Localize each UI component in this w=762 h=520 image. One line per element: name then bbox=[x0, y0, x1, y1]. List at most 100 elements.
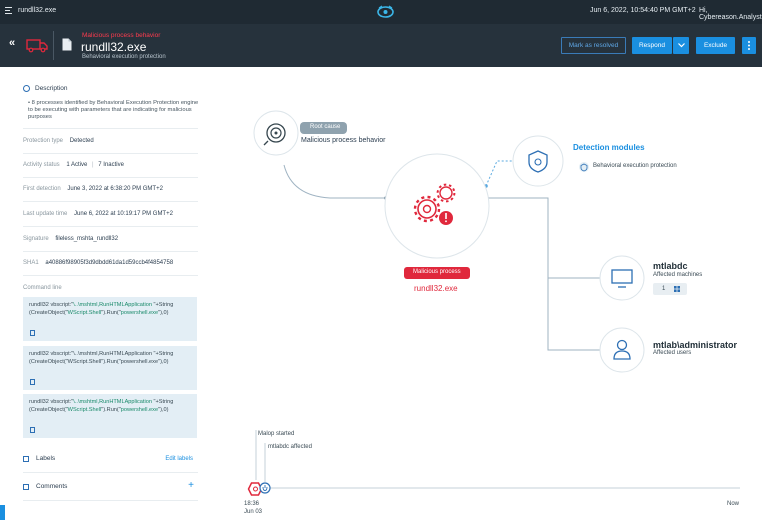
cmd-text: ").Run(" bbox=[101, 407, 121, 413]
protection-type-value: Detected bbox=[69, 138, 94, 144]
malop-subtitle: Behavioral execution protection bbox=[82, 54, 166, 60]
malop-name: rundll32.exe bbox=[81, 40, 147, 54]
copy-icon[interactable] bbox=[30, 330, 35, 336]
user-greeting[interactable]: Hi, Cybereason.Analyst bbox=[699, 7, 762, 21]
timeline bbox=[247, 430, 740, 496]
cmd-text: "),0) bbox=[158, 310, 169, 316]
cmd-highlight: WScript.Shell bbox=[67, 407, 102, 413]
last-update-label: Last update time bbox=[23, 211, 68, 217]
bookmark-icon bbox=[23, 455, 29, 462]
command-line-box: rundll32 vbscript:"\..\mshtml,RunHTMLApp… bbox=[23, 346, 197, 390]
command-line-box: rundll32 vbscript:"\..\mshtml,RunHTMLApp… bbox=[23, 394, 197, 438]
detection-chip bbox=[579, 162, 589, 172]
machine-count: 1 bbox=[662, 286, 666, 292]
labels-title: Labels bbox=[36, 455, 56, 462]
mark-resolved-button[interactable]: Mark as resolved bbox=[561, 37, 626, 54]
process-tag: Malicious process bbox=[413, 269, 461, 275]
root-cause-tag: Root cause bbox=[310, 124, 341, 130]
process-name[interactable]: rundll32.exe bbox=[414, 284, 458, 293]
divider bbox=[23, 251, 198, 252]
labels-section: Labels Edit labels bbox=[23, 455, 198, 462]
timeline-start-date: Jun 03 bbox=[244, 509, 263, 515]
connector-user bbox=[547, 278, 600, 351]
sha1-label: SHA1 bbox=[23, 260, 39, 266]
kebab-icon bbox=[748, 41, 750, 50]
cmd-text: "+String bbox=[153, 399, 174, 405]
user-name[interactable]: mtlab\administrator bbox=[653, 340, 737, 350]
cmd-text: "+String bbox=[153, 302, 174, 308]
user-node[interactable] bbox=[599, 327, 645, 373]
cmd-text: (CreateObject(" bbox=[29, 359, 68, 365]
process-node[interactable] bbox=[384, 153, 490, 279]
cmd-text: (CreateObject(" bbox=[29, 407, 68, 413]
description-heading: Description bbox=[23, 85, 68, 92]
collapse-icon[interactable]: « bbox=[9, 37, 15, 49]
cmd-highlight: powershell.exe bbox=[120, 407, 159, 413]
timeline-event-label: Malop started bbox=[258, 431, 295, 437]
menu-icon[interactable] bbox=[5, 7, 12, 15]
more-options-button[interactable] bbox=[742, 37, 756, 54]
malop-type-tag: Malicious process behavior bbox=[82, 32, 161, 39]
details-panel bbox=[0, 67, 210, 520]
root-cause-label: Malicious process behavior bbox=[301, 137, 386, 144]
cmd-text: WScript.Shell bbox=[67, 359, 102, 365]
active-count[interactable]: 1 Active bbox=[66, 162, 87, 168]
connector-detection bbox=[485, 160, 512, 187]
sha1-row: SHA1 a40886f98905f3d9dbdd61da1d59ccb4f48… bbox=[23, 260, 198, 266]
cmd-text: \..\mshtml,RunHTMLApplication bbox=[73, 351, 154, 357]
cmd-text: rundll32 vbscript:" bbox=[29, 399, 74, 405]
divider bbox=[23, 472, 198, 473]
header-divider bbox=[53, 31, 54, 60]
add-comment-button[interactable]: + bbox=[188, 480, 194, 491]
copy-icon[interactable] bbox=[30, 427, 35, 433]
edit-labels-link[interactable]: Edit labels bbox=[165, 456, 193, 462]
chat-widget-button[interactable] bbox=[0, 505, 5, 520]
connector-root bbox=[283, 164, 386, 199]
cmd-text: rundll32 vbscript:" bbox=[29, 351, 74, 357]
file-icon bbox=[62, 38, 72, 51]
machine-subtitle: Affected machines bbox=[653, 272, 703, 278]
root-cause-node[interactable] bbox=[253, 110, 347, 156]
divider bbox=[23, 500, 198, 501]
command-line-label: Command line bbox=[23, 285, 62, 291]
cmd-text: "+String bbox=[153, 351, 174, 357]
detection-modules-title[interactable]: Detection modules bbox=[573, 143, 645, 152]
activity-status-row: Activity status 1 Active | 7 Inactive bbox=[23, 162, 124, 168]
protection-type-row: Protection type Detected bbox=[23, 138, 198, 144]
divider bbox=[23, 275, 198, 276]
last-update-row: Last update time June 6, 2022 at 10:19:1… bbox=[23, 211, 198, 217]
sha1-value: a40886f98905f3d9dbdd61da1d59ccb4f4854758 bbox=[45, 260, 174, 266]
machine-count-chip bbox=[653, 283, 687, 295]
comment-icon bbox=[23, 483, 29, 490]
inactive-count[interactable]: 7 Inactive bbox=[98, 162, 124, 168]
divider bbox=[23, 153, 198, 154]
timeline-end-label: Now bbox=[727, 501, 740, 507]
divider bbox=[23, 177, 198, 178]
respond-dropdown-button[interactable] bbox=[673, 37, 689, 54]
cmd-highlight: \..\mshtml,RunHTMLApplication bbox=[73, 302, 154, 308]
exclude-button[interactable]: Exclude bbox=[696, 37, 735, 54]
activity-status-label: Activity status bbox=[23, 162, 60, 168]
signature-row: Signature fileless_mshta_rundll32 bbox=[23, 236, 198, 242]
chevron-down-icon bbox=[677, 43, 685, 48]
timeline-start-time: 18:36 bbox=[244, 501, 260, 507]
cybereason-logo-icon bbox=[377, 5, 394, 18]
machine-affected-event[interactable] bbox=[259, 482, 271, 494]
datetime: Jun 6, 2022, 10:54:40 PM GMT+2 bbox=[590, 7, 696, 14]
first-detection-label: First detection bbox=[23, 186, 61, 192]
malop-truck-icon bbox=[26, 39, 48, 53]
divider bbox=[23, 128, 198, 129]
cmd-text: "),0) bbox=[158, 359, 169, 365]
timeline-event-label: mtlabdc affected bbox=[268, 444, 312, 450]
cmd-text: "),0) bbox=[158, 407, 169, 413]
first-detection-row: First detection June 3, 2022 at 6:38:20 … bbox=[23, 186, 198, 192]
user-subtitle: Affected users bbox=[653, 350, 692, 356]
copy-icon[interactable] bbox=[30, 379, 35, 385]
protection-type-label: Protection type bbox=[23, 138, 64, 144]
machine-name[interactable]: mtlabdc bbox=[653, 261, 688, 271]
respond-button[interactable]: Respond bbox=[632, 37, 672, 54]
cmd-text: ").Run(" bbox=[101, 310, 121, 316]
signature-label: Signature bbox=[23, 236, 49, 242]
cmd-highlight: WScript.Shell bbox=[67, 310, 102, 316]
cmd-highlight: \..\mshtml,RunHTMLApplication bbox=[73, 399, 154, 405]
